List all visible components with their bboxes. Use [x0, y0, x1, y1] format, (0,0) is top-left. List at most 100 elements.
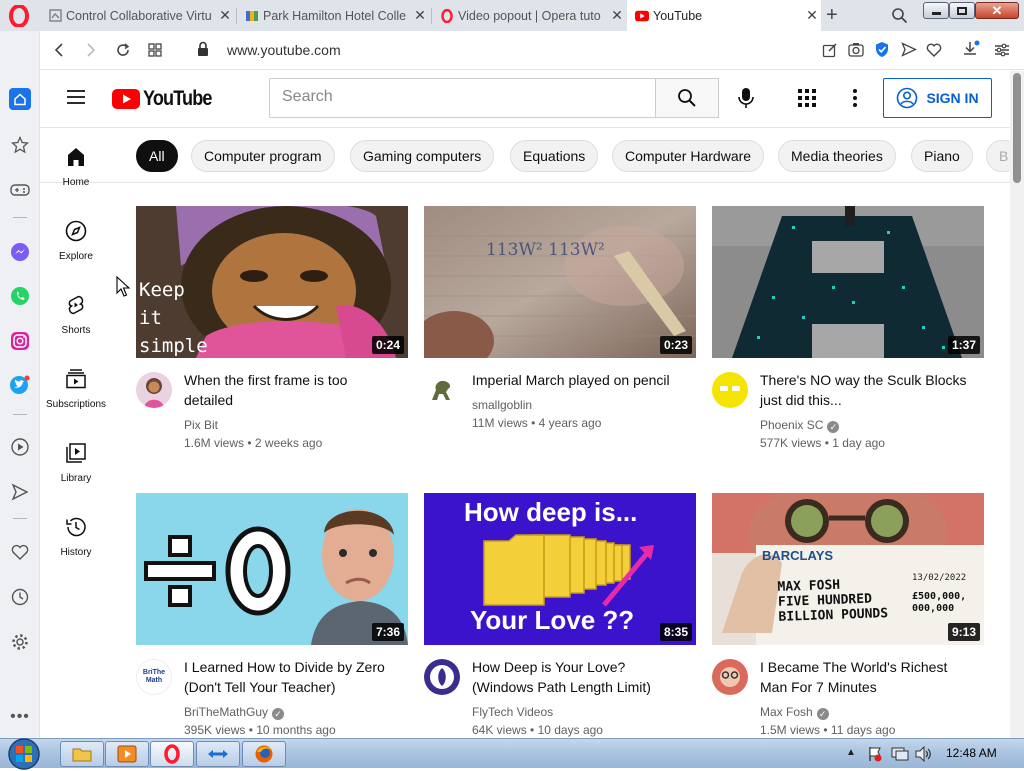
- tab-youtube[interactable]: YouTube ✕: [627, 0, 821, 31]
- video-thumbnail[interactable]: How deep is... Your Love ?? 8:35: [424, 493, 696, 645]
- minimize-button[interactable]: [923, 2, 949, 19]
- whatsapp-icon[interactable]: [9, 285, 31, 307]
- nav-explore[interactable]: Explore: [40, 203, 112, 277]
- taskbar-teamviewer[interactable]: [196, 741, 240, 767]
- video-thumbnail[interactable]: 7:36: [136, 493, 408, 645]
- tab-grid-icon[interactable]: [148, 43, 162, 57]
- channel-name[interactable]: Phoenix SC ✓: [760, 418, 840, 433]
- nav-shorts[interactable]: Shorts: [40, 277, 112, 351]
- hamburger-menu-icon[interactable]: [66, 89, 86, 105]
- tab-search-icon[interactable]: [891, 7, 908, 24]
- gaming-controller-icon[interactable]: [9, 179, 31, 201]
- search-input[interactable]: Search: [269, 78, 657, 118]
- nav-library[interactable]: Library: [40, 425, 112, 499]
- channel-name[interactable]: BriTheMathGuy ✓: [184, 705, 285, 720]
- video-title[interactable]: There's NO way the Sculk Blocks just did…: [760, 370, 975, 410]
- channel-avatar[interactable]: [424, 659, 460, 695]
- instagram-icon[interactable]: [9, 330, 31, 352]
- edit-snapshot-icon[interactable]: [822, 42, 838, 58]
- twitter-icon[interactable]: [9, 374, 31, 396]
- lock-icon[interactable]: [197, 41, 209, 57]
- chip-all[interactable]: All: [136, 140, 178, 172]
- channel-avatar[interactable]: [424, 372, 460, 408]
- back-icon[interactable]: [52, 42, 66, 58]
- channel-avatar[interactable]: [136, 372, 172, 408]
- nav-home[interactable]: Home: [40, 129, 112, 203]
- maximize-button[interactable]: [949, 2, 975, 19]
- close-window-button[interactable]: ✕: [975, 2, 1019, 19]
- video-title[interactable]: Imperial March played on pencil: [472, 370, 687, 390]
- url-field[interactable]: www.youtube.com: [227, 42, 341, 58]
- nav-history[interactable]: History: [40, 499, 112, 573]
- channel-name[interactable]: FlyTech Videos: [472, 705, 553, 719]
- download-icon[interactable]: [962, 40, 980, 58]
- taskbar-firefox[interactable]: [242, 741, 286, 767]
- apps-grid-icon[interactable]: [798, 89, 816, 107]
- network-icon[interactable]: [891, 746, 909, 762]
- taskbar-media-player[interactable]: [105, 741, 149, 767]
- channel-name[interactable]: smallgoblin: [472, 398, 532, 412]
- reload-icon[interactable]: [115, 42, 131, 58]
- chip-overflow[interactable]: B: [986, 140, 1010, 172]
- video-thumbnail[interactable]: 113W² 113W² 0:23: [424, 206, 696, 358]
- taskbar-explorer[interactable]: [60, 741, 104, 767]
- close-tab-icon[interactable]: ✕: [216, 7, 234, 24]
- volume-icon[interactable]: [914, 746, 932, 762]
- video-thumbnail[interactable]: BARCLAYS 13/02/2022 MAX FOSH FIVE HUNDRE…: [712, 493, 984, 645]
- player-icon[interactable]: [9, 436, 31, 458]
- forward-icon[interactable]: [84, 42, 98, 58]
- nav-subscriptions[interactable]: Subscriptions: [40, 351, 112, 425]
- send-icon[interactable]: [901, 42, 917, 57]
- video-title[interactable]: I Learned How to Divide by Zero (Don't T…: [184, 657, 399, 697]
- channel-avatar[interactable]: [712, 659, 748, 695]
- close-tab-icon[interactable]: ✕: [608, 7, 626, 24]
- video-thumbnail[interactable]: Keep it simple 0:24: [136, 206, 408, 358]
- speed-dial-home-icon[interactable]: [9, 88, 31, 110]
- chip-equations[interactable]: Equations: [510, 140, 599, 172]
- easy-setup-icon[interactable]: [994, 43, 1010, 57]
- search-button[interactable]: [655, 78, 719, 118]
- page-scrollbar[interactable]: [1010, 71, 1024, 738]
- messenger-icon[interactable]: [9, 241, 31, 263]
- history-clock-icon[interactable]: [9, 586, 31, 608]
- chip-computer-program[interactable]: Computer program: [191, 140, 335, 172]
- video-duration: 0:24: [371, 336, 404, 354]
- video-title[interactable]: How Deep is Your Love? (Windows Path Len…: [472, 657, 687, 697]
- channel-avatar[interactable]: BriThe Math: [136, 659, 172, 695]
- channel-name[interactable]: Pix Bit: [184, 418, 218, 432]
- close-tab-icon[interactable]: ✕: [411, 7, 429, 24]
- more-vertical-icon[interactable]: [850, 88, 860, 108]
- more-options-icon[interactable]: •••: [9, 706, 31, 728]
- tab-control-collaborative[interactable]: Control Collaborative Virtu ✕: [40, 0, 234, 31]
- windows-start-icon[interactable]: [6, 737, 42, 771]
- chip-gaming-computers[interactable]: Gaming computers: [350, 140, 495, 172]
- scrollbar-thumb[interactable]: [1013, 73, 1021, 183]
- chip-computer-hardware[interactable]: Computer Hardware: [612, 140, 765, 172]
- pinboards-heart-icon[interactable]: [9, 541, 31, 563]
- settings-gear-icon[interactable]: [9, 631, 31, 653]
- video-title[interactable]: I Became The World's Richest Man For 7 M…: [760, 657, 975, 697]
- youtube-logo[interactable]: YouTube: [112, 87, 223, 111]
- channel-name[interactable]: Max Fosh ✓: [760, 705, 829, 720]
- adblock-shield-icon[interactable]: [875, 41, 889, 58]
- chip-media-theories[interactable]: Media theories: [778, 140, 896, 172]
- opera-menu-icon[interactable]: [8, 5, 30, 27]
- new-tab-button[interactable]: +: [826, 5, 838, 25]
- taskbar-opera[interactable]: [150, 741, 194, 767]
- my-flow-send-icon[interactable]: [9, 481, 31, 503]
- camera-icon[interactable]: [848, 42, 864, 57]
- close-tab-icon[interactable]: ✕: [803, 7, 821, 24]
- tab-video-popout[interactable]: Video popout | Opera tuto ✕: [432, 0, 626, 31]
- microphone-icon[interactable]: [737, 87, 755, 109]
- video-title[interactable]: When the first frame is too detailed: [184, 370, 399, 410]
- tab-park-hamilton[interactable]: Park Hamilton Hotel Colle ✕: [237, 0, 429, 31]
- chip-piano[interactable]: Piano: [911, 140, 973, 172]
- sign-in-button[interactable]: SIGN IN: [883, 78, 992, 118]
- channel-avatar[interactable]: [712, 372, 748, 408]
- video-thumbnail[interactable]: 1:37: [712, 206, 984, 358]
- action-center-flag-icon[interactable]: [867, 746, 883, 762]
- taskbar-clock[interactable]: 12:48 AM: [946, 746, 997, 760]
- bookmarks-star-icon[interactable]: [9, 134, 31, 156]
- heart-icon[interactable]: [926, 43, 942, 57]
- show-hidden-icons[interactable]: ▲: [846, 747, 856, 758]
